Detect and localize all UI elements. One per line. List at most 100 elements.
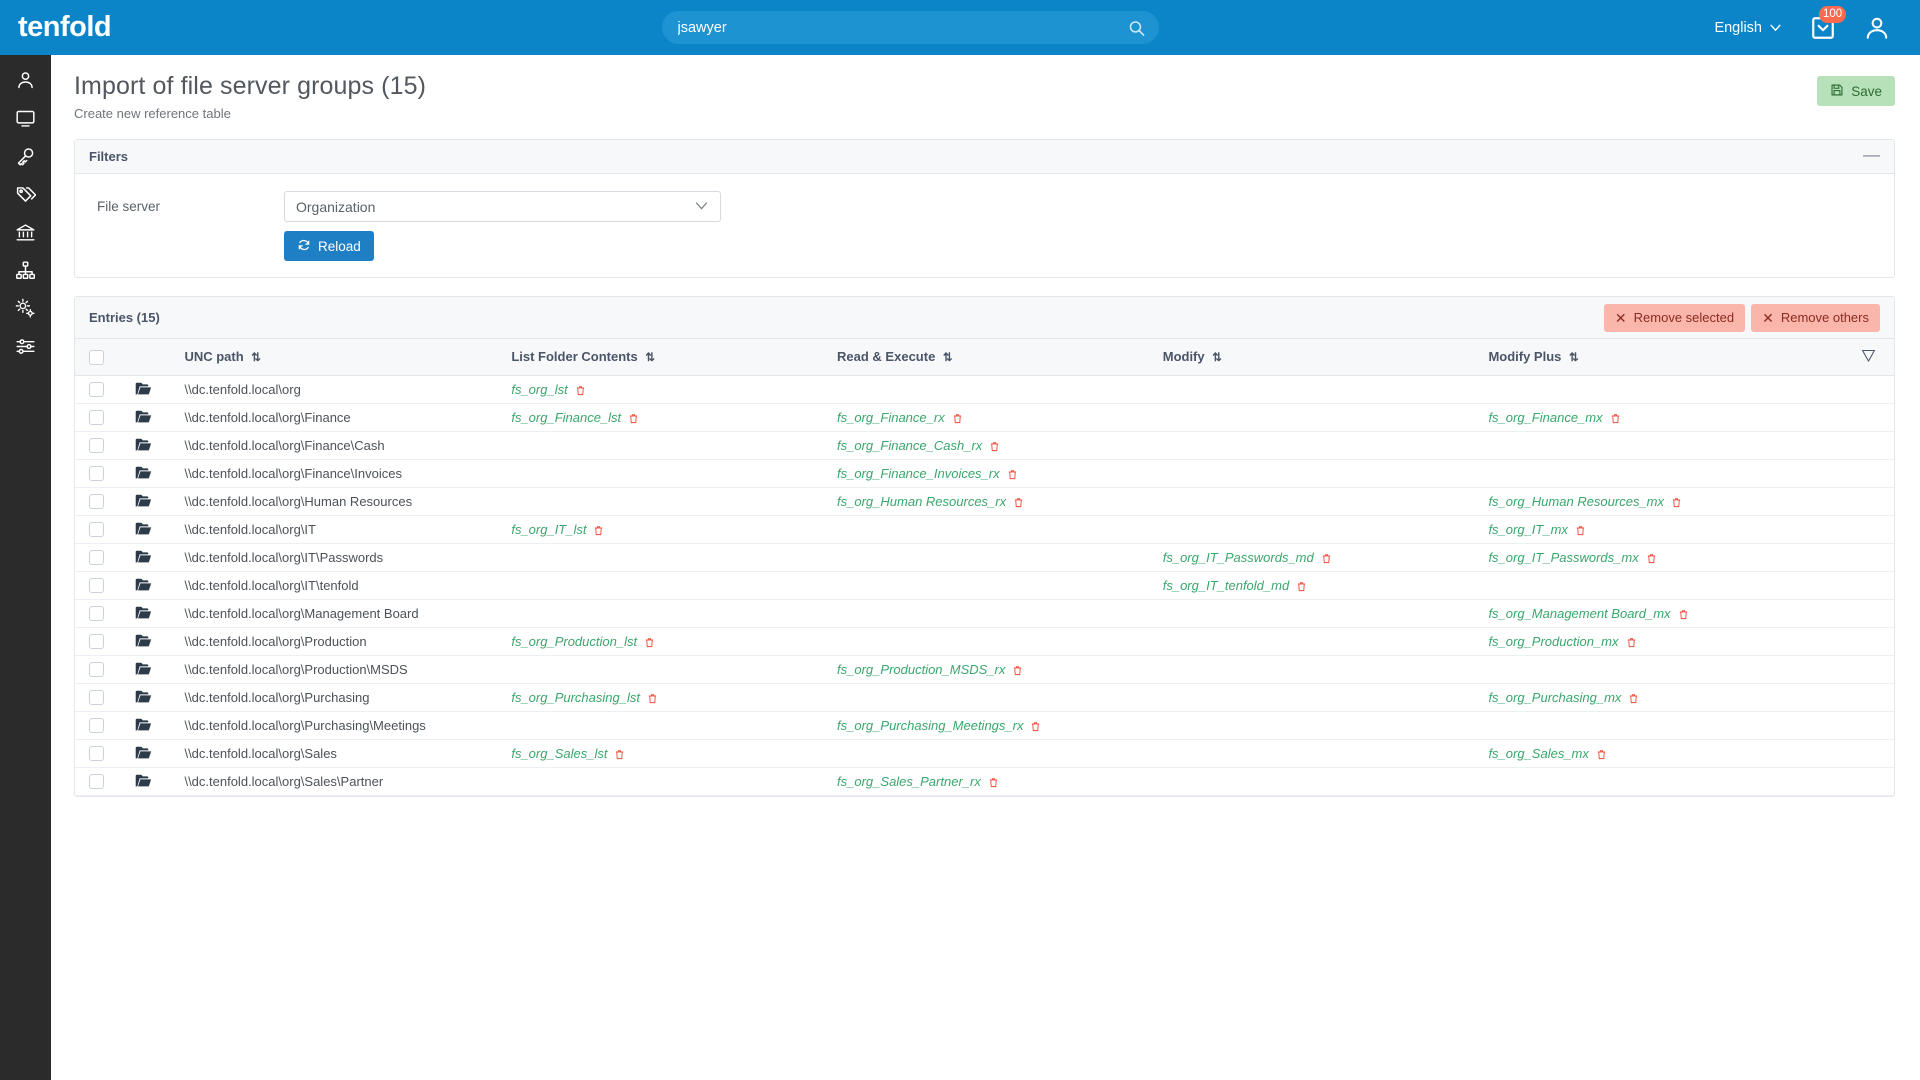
group-name[interactable]: fs_org_Finance_Cash_rx (837, 438, 982, 453)
group-name[interactable]: fs_org_IT_Passwords_md (1163, 550, 1314, 565)
row-checkbox[interactable] (89, 606, 104, 622)
trash-icon[interactable] (593, 524, 604, 537)
row-checkbox[interactable] (89, 410, 104, 426)
trash-icon[interactable] (1296, 580, 1307, 593)
trash-icon[interactable] (1610, 412, 1621, 425)
table-row[interactable]: \\dc.tenfold.local\org\Management Board f… (75, 599, 1894, 628)
sort-icon[interactable]: ⇅ (1212, 352, 1222, 364)
column-header-list-folder-contents[interactable]: List Folder Contents ⇅ (505, 339, 832, 376)
table-row[interactable]: \\dc.tenfold.local\org\Finance\Cash fs_or… (75, 431, 1894, 460)
select-all-checkbox[interactable] (89, 349, 104, 365)
trash-icon[interactable] (1030, 720, 1041, 733)
row-checkbox[interactable] (89, 522, 104, 538)
trash-icon[interactable] (1007, 468, 1018, 481)
trash-icon[interactable] (952, 412, 963, 425)
table-row[interactable]: \\dc.tenfold.local\org\Purchasing fs_org_… (75, 683, 1894, 712)
sidebar-item-systems[interactable] (0, 99, 51, 137)
table-row[interactable]: \\dc.tenfold.local\org\Sales\Partner fs_o… (75, 767, 1894, 796)
group-name[interactable]: fs_org_Finance_mx (1488, 410, 1602, 425)
trash-icon[interactable] (1626, 636, 1637, 649)
table-row[interactable]: \\dc.tenfold.local\org fs_org_lst (75, 375, 1894, 404)
group-name[interactable]: fs_org_Human Resources_mx (1488, 494, 1664, 509)
group-name[interactable]: fs_org_Sales_mx (1488, 746, 1588, 761)
trash-icon[interactable] (1321, 552, 1332, 565)
table-row[interactable]: \\dc.tenfold.local\org\Finance fs_org_Fin… (75, 403, 1894, 432)
table-row[interactable]: \\dc.tenfold.local\org\Finance\Invoices f… (75, 459, 1894, 488)
collapse-icon[interactable]: — (1863, 146, 1880, 167)
table-row[interactable]: \\dc.tenfold.local\org\IT fs_org_IT_lst fs… (75, 515, 1894, 544)
column-header-modify[interactable]: Modify ⇅ (1156, 339, 1483, 376)
trash-icon[interactable] (988, 776, 999, 789)
trash-icon[interactable] (1013, 496, 1024, 509)
trash-icon[interactable] (614, 748, 625, 761)
trash-icon[interactable] (644, 636, 655, 649)
trash-icon[interactable] (1628, 692, 1639, 705)
language-selector[interactable]: English (1714, 20, 1782, 36)
table-row[interactable]: \\dc.tenfold.local\org\Purchasing\Meetin… (75, 711, 1894, 740)
row-checkbox[interactable] (89, 494, 104, 510)
column-header-modify-plus[interactable]: Modify Plus ⇅ (1482, 339, 1824, 376)
search-input[interactable] (661, 11, 1159, 44)
group-name[interactable]: fs_org_IT_tenfold_md (1163, 578, 1289, 593)
app-logo[interactable]: tenfold (0, 11, 112, 44)
group-name[interactable]: fs_org_Sales_Partner_rx (837, 774, 981, 789)
reload-button[interactable]: Reload (284, 231, 374, 261)
sidebar-item-tags[interactable] (0, 175, 51, 213)
group-name[interactable]: fs_org_IT_Passwords_mx (1488, 550, 1638, 565)
table-row[interactable]: \\dc.tenfold.local\org\Production\MSDS fs… (75, 655, 1894, 684)
inbox-button[interactable]: 100 (1810, 5, 1847, 41)
row-checkbox[interactable] (89, 438, 104, 454)
sidebar-item-hierarchy[interactable] (0, 251, 51, 289)
table-row[interactable]: \\dc.tenfold.local\org\Human Resources fs… (75, 487, 1894, 516)
group-name[interactable]: fs_org_Production_lst (511, 634, 637, 649)
trash-icon[interactable] (1012, 664, 1023, 677)
remove-selected-button[interactable]: ✕ Remove selected (1603, 303, 1746, 332)
sort-icon[interactable]: ⇅ (645, 352, 655, 364)
row-checkbox[interactable] (89, 466, 104, 482)
remove-others-button[interactable]: ✕ Remove others (1751, 303, 1880, 332)
row-checkbox[interactable] (89, 774, 104, 790)
trash-icon[interactable] (628, 412, 639, 425)
trash-icon[interactable] (1575, 524, 1586, 537)
group-name[interactable]: fs_org_IT_mx (1488, 522, 1567, 537)
group-name[interactable]: fs_org_Purchasing_mx (1488, 690, 1621, 705)
row-checkbox[interactable] (89, 690, 104, 706)
trash-icon[interactable] (989, 440, 1000, 453)
trash-icon[interactable] (1678, 608, 1689, 621)
trash-icon[interactable] (1646, 552, 1657, 565)
group-name[interactable]: fs_org_IT_lst (511, 522, 586, 537)
table-row[interactable]: \\dc.tenfold.local\org\Production fs_org_… (75, 627, 1894, 656)
table-row[interactable]: \\dc.tenfold.local\org\Sales fs_org_Sales… (75, 739, 1894, 768)
group-name[interactable]: fs_org_Purchasing_Meetings_rx (837, 718, 1023, 733)
user-account-button[interactable] (1864, 15, 1890, 41)
sidebar-item-users[interactable] (0, 61, 51, 99)
table-row[interactable]: \\dc.tenfold.local\org\IT\Passwords fs_or… (75, 543, 1894, 572)
group-name[interactable]: fs_org_Finance_rx (837, 410, 945, 425)
group-name[interactable]: fs_org_Human Resources_rx (837, 494, 1006, 509)
row-checkbox[interactable] (89, 382, 104, 398)
sort-icon[interactable]: ⇅ (943, 352, 953, 364)
file-server-select[interactable]: Organization (284, 191, 721, 222)
filter-funnel-icon[interactable] (1861, 348, 1876, 362)
sidebar-item-configuration[interactable] (0, 289, 51, 327)
column-header-unc-path[interactable]: UNC path ⇅ (178, 339, 506, 376)
group-name[interactable]: fs_org_Purchasing_lst (511, 690, 640, 705)
sidebar-item-permissions[interactable] (0, 137, 51, 175)
group-name[interactable]: fs_org_Production_MSDS_rx (837, 662, 1005, 677)
trash-icon[interactable] (1596, 748, 1607, 761)
sidebar-item-organizations[interactable] (0, 213, 51, 251)
sort-icon[interactable]: ⇅ (1569, 352, 1579, 364)
column-header-read-execute[interactable]: Read & Execute ⇅ (831, 339, 1157, 376)
save-button[interactable]: Save (1817, 76, 1895, 106)
search-box[interactable] (661, 11, 1159, 44)
sort-icon[interactable]: ⇅ (251, 352, 261, 364)
trash-icon[interactable] (647, 692, 658, 705)
table-row[interactable]: \\dc.tenfold.local\org\IT\tenfold fs_org_… (75, 571, 1894, 600)
group-name[interactable]: fs_org_Finance_lst (511, 410, 621, 425)
row-checkbox[interactable] (89, 718, 104, 734)
group-name[interactable]: fs_org_Management Board_mx (1488, 606, 1670, 621)
group-name[interactable]: fs_org_Production_mx (1488, 634, 1618, 649)
row-checkbox[interactable] (89, 746, 104, 762)
group-name[interactable]: fs_org_Finance_Invoices_rx (837, 466, 1000, 481)
group-name[interactable]: fs_org_lst (511, 382, 567, 397)
